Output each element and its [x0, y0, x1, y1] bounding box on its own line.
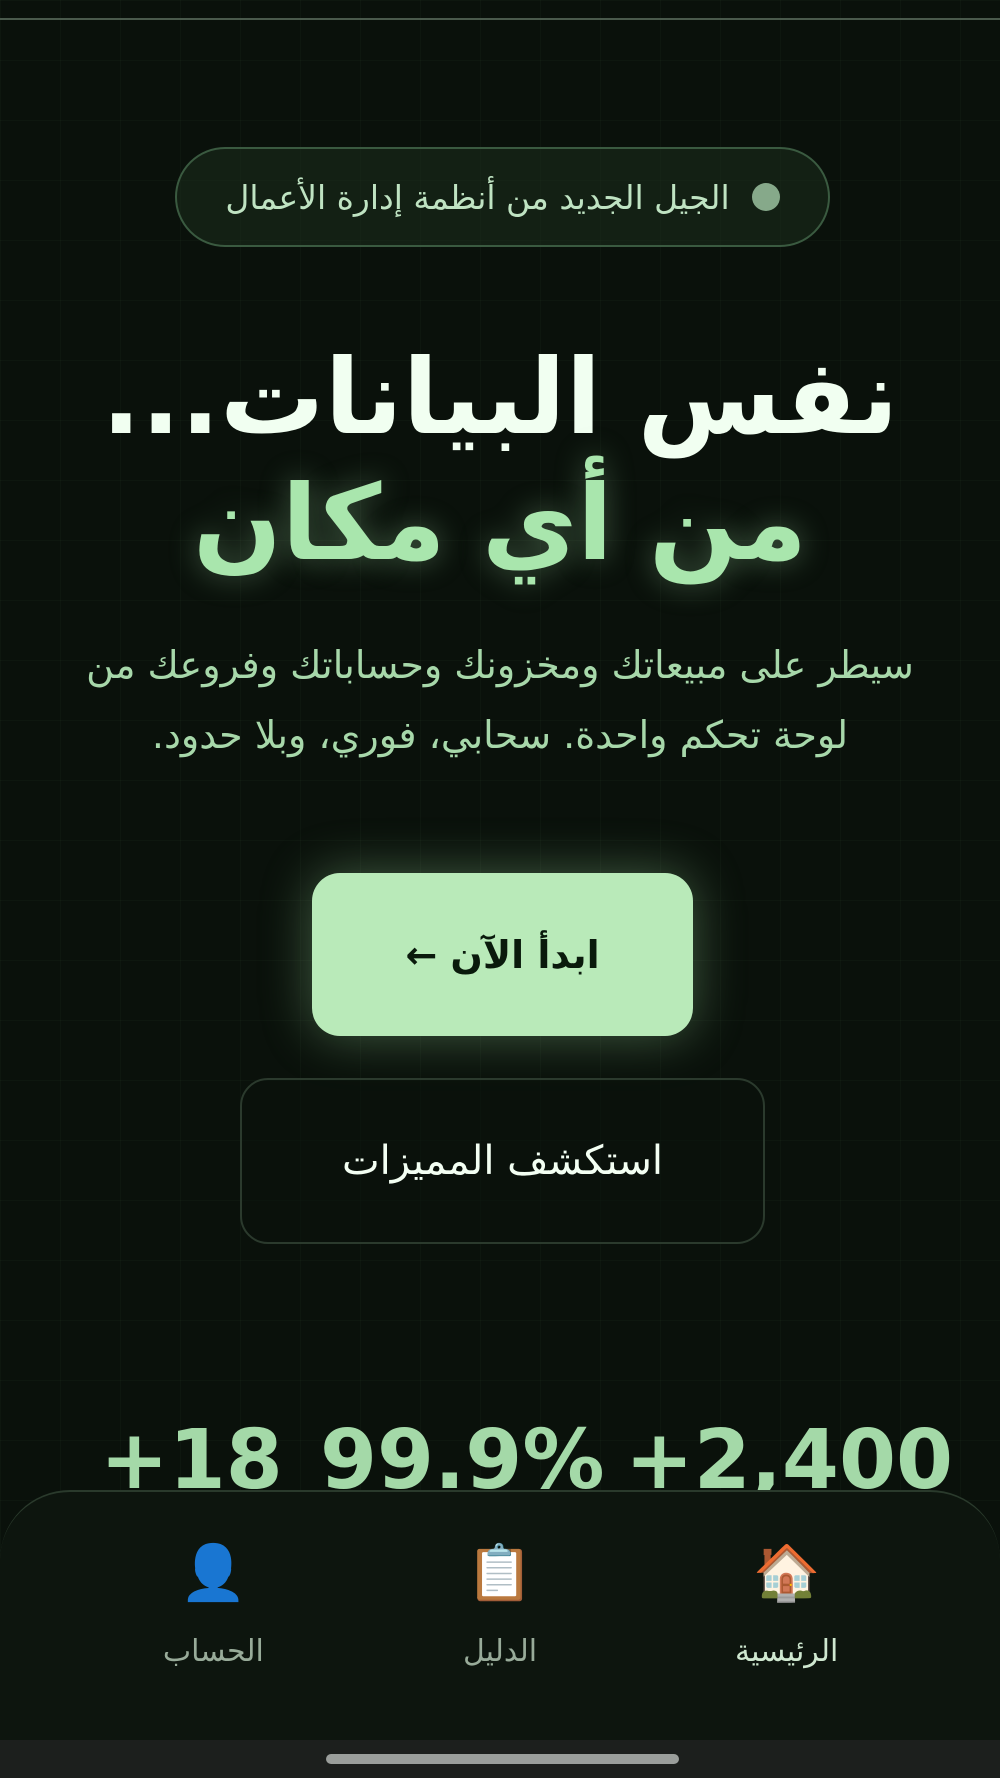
top-divider	[0, 18, 1000, 20]
nav-item-home[interactable]: 🏠 الرئيسية	[687, 1541, 887, 1670]
status-dot-icon	[751, 183, 780, 211]
system-home-bar	[0, 1740, 1000, 1778]
nav-item-guide[interactable]: 📋 الدليل	[400, 1541, 600, 1670]
home-indicator[interactable]	[326, 1754, 679, 1764]
nav-item-account[interactable]: 👤 الحساب	[113, 1541, 313, 1670]
home-icon: 🏠	[753, 1541, 821, 1604]
start-now-button[interactable]: ابدأ الآن ←	[312, 873, 693, 1036]
explore-features-button[interactable]: استكشف المميزات	[240, 1078, 765, 1244]
nav-item-label: الرئيسية	[735, 1634, 839, 1669]
nav-item-label: الدليل	[462, 1634, 538, 1669]
hero-title-line2: من أي مكان	[192, 462, 808, 584]
hero-title-line1: نفس البيانات...	[101, 336, 899, 458]
bottom-navigation: 🏠 الرئيسية 📋 الدليل 👤 الحساب	[0, 1490, 1000, 1740]
subtitle-line2: لوحة تحكم واحدة. سحابي، فوري، وبلا حدود.	[151, 713, 849, 757]
hero-subtitle: سيطر على مبيعاتك ومخزونك وحساباتك وفروعك…	[40, 630, 960, 770]
clipboard-icon: 📋	[466, 1541, 534, 1604]
badge-text: الجيل الجديد من أنظمة إدارة الأعمال	[225, 177, 730, 217]
hero-badge: الجيل الجديد من أنظمة إدارة الأعمال	[175, 147, 830, 247]
account-icon: 👤	[179, 1541, 247, 1604]
subtitle-line1: سيطر على مبيعاتك ومخزونك وحساباتك وفروعك…	[86, 643, 914, 687]
nav-item-label: الحساب	[162, 1634, 264, 1669]
